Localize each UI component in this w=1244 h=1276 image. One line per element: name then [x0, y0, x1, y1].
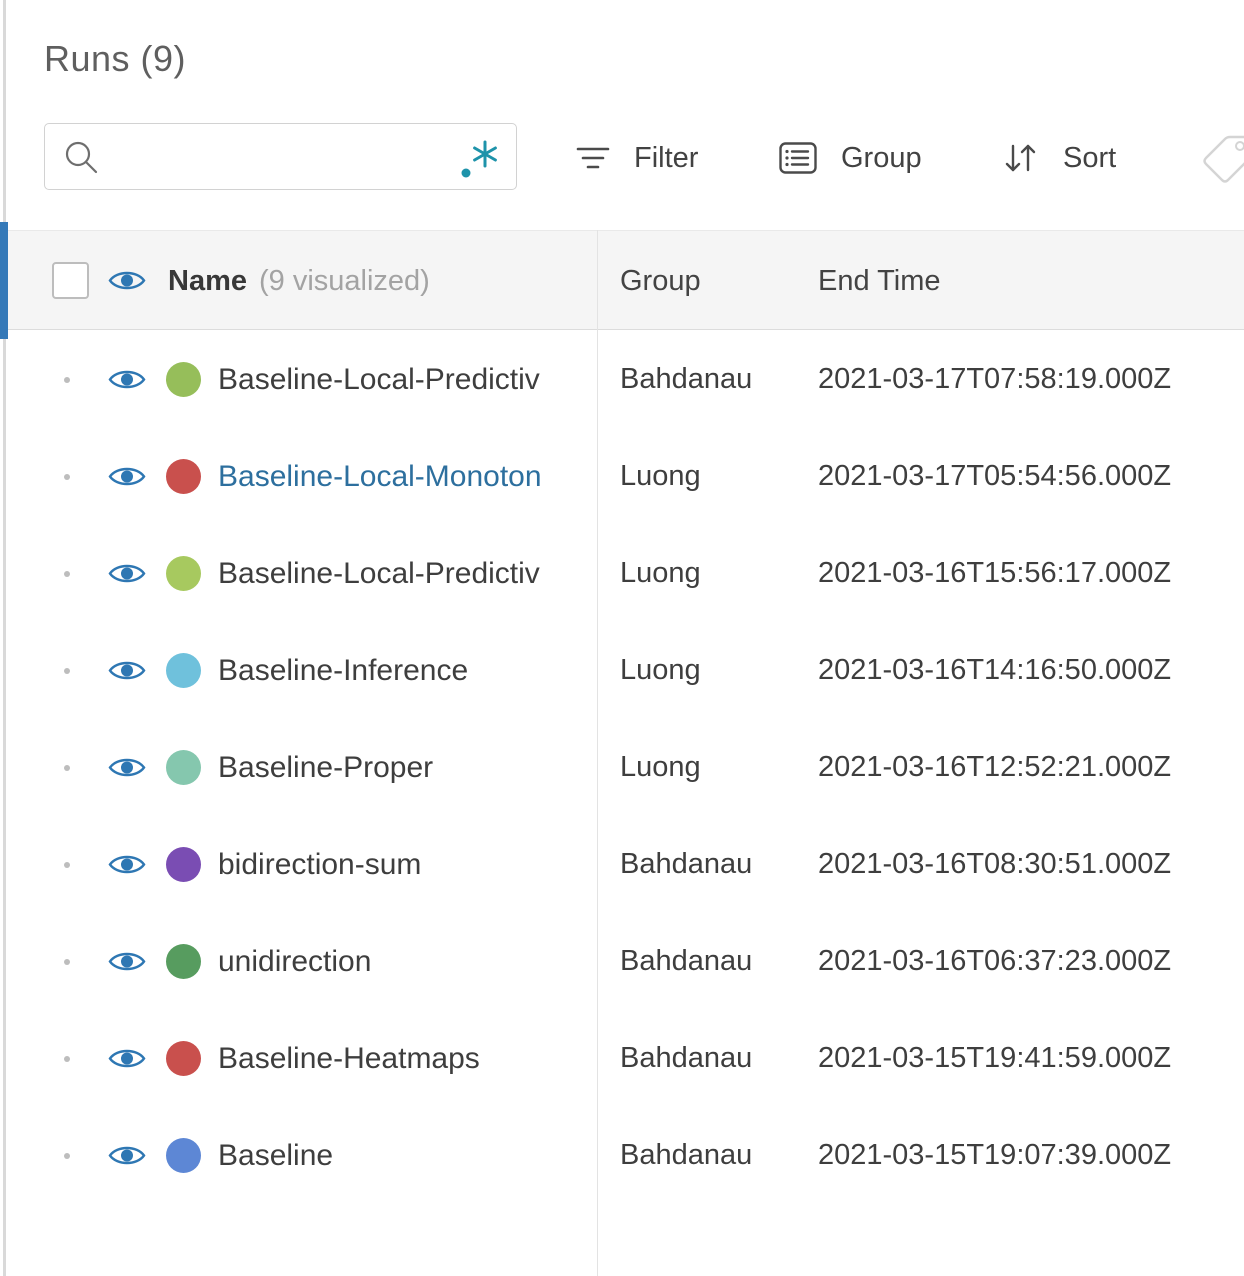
eye-icon: [108, 1049, 146, 1068]
run-color-dot: [166, 1041, 201, 1076]
runs-table-body: Baseline-Local-Predictiv Bahdanau 2021-0…: [0, 331, 1244, 1204]
run-color-dot: [166, 653, 201, 688]
runs-search-box[interactable]: [44, 123, 517, 190]
table-row[interactable]: Baseline-Proper Luong 2021-03-16T12:52:2…: [0, 719, 1244, 816]
name-column-label: Name: [168, 264, 247, 297]
regex-toggle-icon[interactable]: [456, 134, 502, 182]
group-button-label: Group: [841, 141, 922, 174]
visibility-toggle[interactable]: [108, 657, 146, 684]
table-row[interactable]: Baseline-Heatmaps Bahdanau 2021-03-15T19…: [0, 1010, 1244, 1107]
drag-handle[interactable]: [64, 377, 70, 383]
table-row[interactable]: Baseline Bahdanau 2021-03-15T19:07:39.00…: [0, 1107, 1244, 1204]
run-end-time-cell: 2021-03-15T19:41:59.000Z: [818, 1042, 1172, 1074]
header-accent-strip: [0, 222, 8, 339]
run-name-link[interactable]: unidirection: [218, 913, 586, 1010]
visibility-toggle-all[interactable]: [108, 267, 146, 294]
run-group-cell: Bahdanau: [620, 363, 753, 395]
run-name-link[interactable]: Baseline-Local-Predictiv: [218, 331, 586, 428]
drag-handle[interactable]: [64, 1153, 70, 1159]
run-color-dot: [166, 362, 201, 397]
table-row[interactable]: Baseline-Local-Predictiv Bahdanau 2021-0…: [0, 331, 1244, 428]
visibility-toggle[interactable]: [108, 948, 146, 975]
eye-icon: [108, 952, 146, 971]
run-name-link[interactable]: bidirection-sum: [218, 816, 586, 913]
run-color-dot: [166, 556, 201, 591]
run-name-link[interactable]: Baseline-Heatmaps: [218, 1010, 586, 1107]
run-group-cell: Luong: [620, 654, 701, 686]
run-color-dot: [166, 847, 201, 882]
drag-handle[interactable]: [64, 959, 70, 965]
run-end-time-cell: 2021-03-16T06:37:23.000Z: [818, 945, 1172, 977]
visibility-toggle[interactable]: [108, 560, 146, 587]
run-name-link[interactable]: Baseline-Inference: [218, 622, 586, 719]
table-row[interactable]: bidirection-sum Bahdanau 2021-03-16T08:3…: [0, 816, 1244, 913]
run-name-link[interactable]: Baseline-Proper: [218, 719, 586, 816]
run-color-dot: [166, 459, 201, 494]
eye-icon: [108, 467, 146, 486]
search-icon: [65, 141, 98, 174]
visibility-toggle[interactable]: [108, 851, 146, 878]
drag-handle[interactable]: [64, 571, 70, 577]
table-header: Name (9 visualized) Group End Time: [0, 230, 1244, 330]
tag-icon[interactable]: [1198, 131, 1244, 185]
column-header-name[interactable]: Name (9 visualized): [168, 231, 430, 331]
run-group-cell: Bahdanau: [620, 848, 753, 880]
sort-button-label: Sort: [1063, 141, 1117, 174]
visibility-toggle[interactable]: [108, 754, 146, 781]
run-end-time-cell: 2021-03-15T19:07:39.000Z: [818, 1139, 1172, 1171]
run-name-link[interactable]: Baseline: [218, 1107, 586, 1204]
run-group-cell: Luong: [620, 460, 701, 492]
drag-handle[interactable]: [64, 862, 70, 868]
drag-handle[interactable]: [64, 474, 70, 480]
visibility-toggle[interactable]: [108, 1142, 146, 1169]
drag-handle[interactable]: [64, 668, 70, 674]
eye-icon: [108, 661, 146, 680]
visibility-toggle[interactable]: [108, 366, 146, 393]
run-end-time-cell: 2021-03-17T07:58:19.000Z: [818, 363, 1172, 395]
sort-button[interactable]: Sort: [1001, 130, 1116, 186]
table-row[interactable]: Baseline-Local-Monoton Luong 2021-03-17T…: [0, 428, 1244, 525]
column-header-group[interactable]: Group: [620, 231, 701, 331]
filter-button[interactable]: Filter: [576, 130, 698, 186]
sort-icon: [1005, 144, 1036, 172]
table-row[interactable]: unidirection Bahdanau 2021-03-16T06:37:2…: [0, 913, 1244, 1010]
eye-icon: [108, 1146, 146, 1165]
run-color-dot: [166, 944, 201, 979]
eye-icon: [108, 758, 146, 777]
filter-icon: [576, 147, 610, 169]
eye-icon: [108, 271, 146, 290]
run-end-time-cell: 2021-03-16T14:16:50.000Z: [818, 654, 1172, 686]
run-group-cell: Luong: [620, 557, 701, 589]
run-group-cell: Luong: [620, 751, 701, 783]
page-title: Runs (9): [44, 38, 187, 79]
run-end-time-cell: 2021-03-16T08:30:51.000Z: [818, 848, 1172, 880]
run-name-link[interactable]: Baseline-Local-Monoton: [218, 428, 586, 525]
run-end-time-cell: 2021-03-17T05:54:56.000Z: [818, 460, 1172, 492]
select-all-checkbox[interactable]: [52, 262, 89, 299]
visibility-toggle[interactable]: [108, 1045, 146, 1072]
table-row[interactable]: Baseline-Inference Luong 2021-03-16T14:1…: [0, 622, 1244, 719]
group-icon: [779, 142, 817, 174]
run-name-link[interactable]: Baseline-Local-Predictiv: [218, 525, 586, 622]
run-end-time-cell: 2021-03-16T12:52:21.000Z: [818, 751, 1172, 783]
run-group-cell: Bahdanau: [620, 1139, 753, 1171]
filter-button-label: Filter: [634, 141, 699, 174]
group-button[interactable]: Group: [779, 130, 922, 186]
table-row[interactable]: Baseline-Local-Predictiv Luong 2021-03-1…: [0, 525, 1244, 622]
run-group-cell: Bahdanau: [620, 1042, 753, 1074]
run-group-cell: Bahdanau: [620, 945, 753, 977]
drag-handle[interactable]: [64, 765, 70, 771]
search-input[interactable]: [109, 128, 439, 185]
run-color-dot: [166, 750, 201, 785]
column-header-end-time[interactable]: End Time: [818, 231, 941, 331]
drag-handle[interactable]: [64, 1056, 70, 1062]
visibility-toggle[interactable]: [108, 463, 146, 490]
run-color-dot: [166, 1138, 201, 1173]
run-end-time-cell: 2021-03-16T15:56:17.000Z: [818, 557, 1172, 589]
eye-icon: [108, 564, 146, 583]
eye-icon: [108, 855, 146, 874]
eye-icon: [108, 370, 146, 389]
visualized-count-label: (9 visualized): [259, 264, 430, 297]
